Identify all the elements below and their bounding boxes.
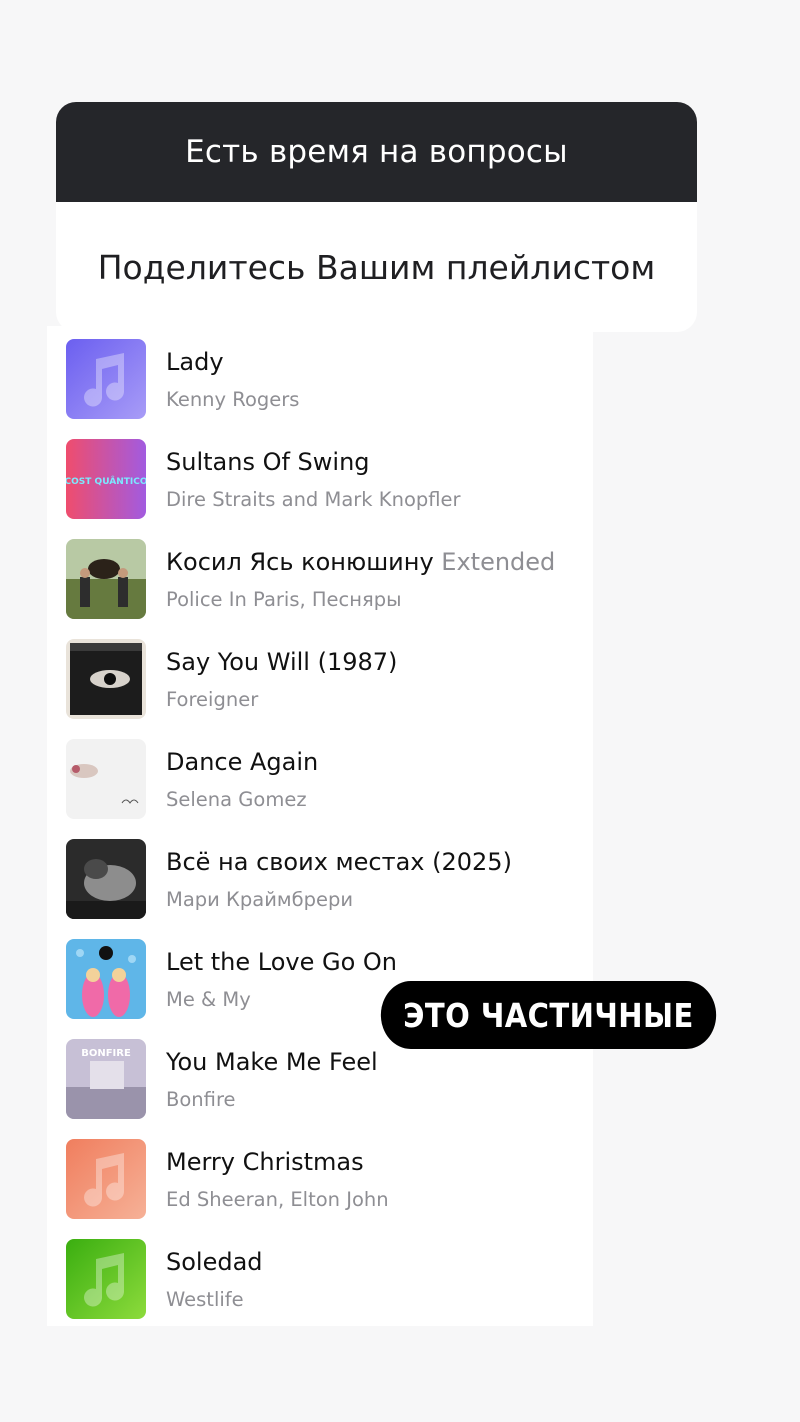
track-artist: Dire Straits and Mark Knopfler (166, 488, 461, 511)
track-row[interactable]: Всё на своих местах (2025) Мари Краймбре… (47, 826, 593, 926)
track-title: You Make Me Feel (166, 1048, 378, 1076)
track-title-extra: Extended (441, 548, 556, 576)
question-header: Есть время на вопросы (56, 102, 697, 202)
track-artist: Selena Gomez (166, 788, 307, 811)
track-title: Всё на своих местах (2025) (166, 848, 512, 876)
track-artist: Мари Краймбрери (166, 888, 354, 911)
music-note-placeholder-icon (66, 1139, 146, 1219)
track-artist: Me & My (166, 988, 251, 1011)
track-row[interactable]: Say You Will (1987) Foreigner (47, 626, 593, 726)
track-title: Lady (166, 348, 224, 376)
bw-photo-cover (66, 839, 146, 919)
band-photo-cover (66, 539, 146, 619)
album-cover: BONFIRE (66, 1039, 146, 1119)
track-title: Merry Christmas (166, 1148, 364, 1176)
track-title: Dance Again (166, 748, 319, 776)
track-title: Let the Love Go On (166, 948, 398, 976)
track-row[interactable]: Косил Ясь конюшину Extended Police In Pa… (47, 526, 593, 626)
eye-photo-cover (66, 639, 146, 719)
track-title: Say You Will (1987) (166, 648, 398, 676)
track-title-main: Косил Ясь конюшину (166, 548, 434, 576)
cover-text: BONFIRE (81, 1048, 131, 1059)
track-artist: Bonfire (166, 1088, 236, 1111)
music-note-placeholder-icon (66, 1239, 146, 1319)
question-sticker[interactable]: Есть время на вопросы Поделитесь Вашим п… (56, 102, 697, 332)
cover-text: COST QUÂNTICO (66, 475, 146, 487)
playlist: Lady Kenny Rogers COST QUÂNTICO Sultans … (47, 326, 593, 1326)
music-note-placeholder-icon (66, 339, 146, 419)
track-row[interactable]: Soledad Westlife (47, 1226, 593, 1326)
duo-photo-cover (66, 939, 146, 1019)
track-artist: Ed Sheeran, Elton John (166, 1188, 389, 1211)
question-prompt: Поделитесь Вашим плейлистом (97, 247, 656, 287)
caption-sticker[interactable]: ЭТО ЧАСТИЧНЫЕ (380, 981, 717, 1049)
track-row[interactable]: COST QUÂNTICO Sultans Of Swing Dire Stra… (47, 426, 593, 526)
track-row[interactable]: Merry Christmas Ed Sheeran, Elton John (47, 1126, 593, 1226)
track-title: Sultans Of Swing (166, 448, 370, 476)
track-title: Soledad (166, 1248, 263, 1276)
album-cover: COST QUÂNTICO (66, 439, 146, 519)
portrait-photo-cover (66, 739, 146, 819)
track-row[interactable]: Lady Kenny Rogers (47, 326, 593, 426)
track-artist: Foreigner (166, 688, 259, 711)
track-artist: Police In Paris, Песняры (166, 588, 402, 611)
track-artist: Westlife (166, 1288, 244, 1311)
track-artist: Kenny Rogers (166, 388, 300, 411)
track-title: Косил Ясь конюшину Extended (166, 548, 555, 576)
track-row[interactable]: Dance Again Selena Gomez (47, 726, 593, 826)
